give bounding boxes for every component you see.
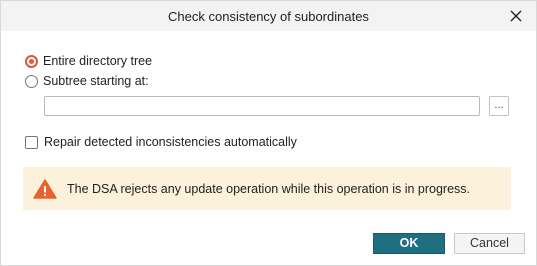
subtree-path-input[interactable] xyxy=(44,96,480,116)
radio-button-unchecked[interactable] xyxy=(25,74,38,88)
consistency-dialog: Check consistency of subordinates Entire… xyxy=(0,0,537,266)
radio-entire-tree-label: Entire directory tree xyxy=(43,54,153,68)
warning-text: The DSA rejects any update operation whi… xyxy=(67,181,471,196)
cancel-button[interactable]: Cancel xyxy=(454,233,525,254)
title-bar: Check consistency of subordinates xyxy=(1,1,536,31)
radio-subtree[interactable]: Subtree starting at: xyxy=(25,74,149,88)
warning-icon xyxy=(33,178,57,199)
radio-entire-tree[interactable]: Entire directory tree xyxy=(25,54,152,68)
repair-checkbox-row[interactable]: Repair detected inconsistencies automati… xyxy=(25,135,297,149)
warning-banner: The DSA rejects any update operation whi… xyxy=(23,167,511,210)
close-icon[interactable] xyxy=(506,6,526,26)
ok-button[interactable]: OK xyxy=(373,233,445,254)
radio-subtree-label: Subtree starting at: xyxy=(43,74,149,88)
repair-checkbox-label: Repair detected inconsistencies automati… xyxy=(44,135,297,149)
radio-button-checked[interactable] xyxy=(25,54,38,68)
repair-checkbox[interactable] xyxy=(25,135,38,149)
browse-button[interactable]: ... xyxy=(489,96,509,116)
dialog-title: Check consistency of subordinates xyxy=(168,9,369,24)
